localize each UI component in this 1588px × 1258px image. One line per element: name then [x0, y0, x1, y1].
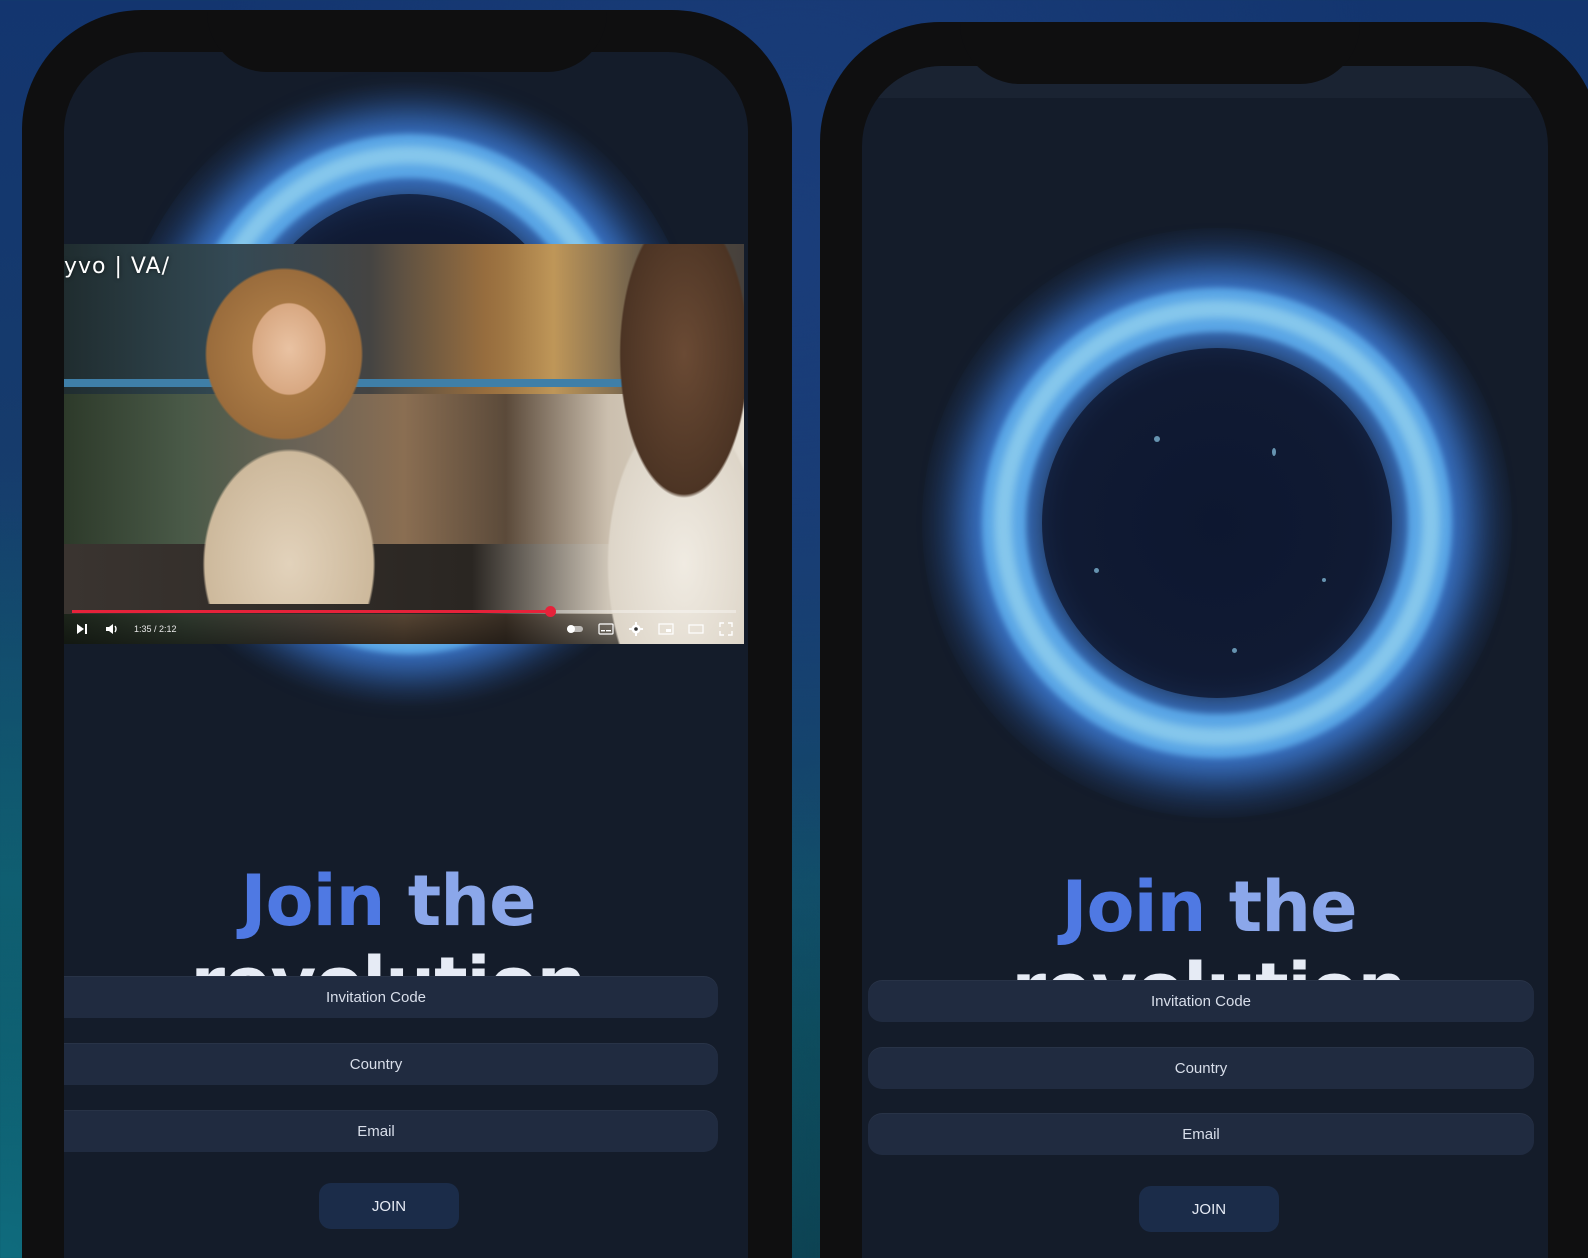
- video-frame-woman: [174, 264, 404, 604]
- invitation-code-input[interactable]: Invitation Code: [868, 980, 1534, 1022]
- email-field[interactable]: Email: [868, 1113, 1534, 1155]
- volume-icon[interactable]: [102, 619, 122, 639]
- join-button[interactable]: JOIN: [1139, 1186, 1279, 1232]
- play-icon[interactable]: [72, 619, 92, 639]
- autoplay-toggle-icon[interactable]: [566, 619, 586, 639]
- video-frame-woman-back: [564, 244, 744, 644]
- phone-right-screen: Join the revolution Invitation Code Coun…: [862, 66, 1548, 1258]
- subtitles-icon[interactable]: [596, 619, 616, 639]
- video-player[interactable]: yvo | VA/ 1:35 / 2:12: [64, 244, 744, 644]
- video-progress-bar[interactable]: [72, 606, 736, 617]
- fullscreen-icon[interactable]: [716, 619, 736, 639]
- join-button[interactable]: JOIN: [319, 1183, 459, 1229]
- invitation-code-input[interactable]: Invitation Code: [64, 976, 718, 1018]
- video-controls: 1:35 / 2:12: [64, 617, 744, 641]
- phone-left-screen: yvo | VA/ 1:35 / 2:12 Join the Invitatio…: [64, 52, 748, 1258]
- miniplayer-icon[interactable]: [656, 619, 676, 639]
- email-field[interactable]: Email: [64, 1110, 718, 1152]
- video-progress-fill: [72, 610, 551, 613]
- settings-icon[interactable]: [626, 619, 646, 639]
- phone-notch: [960, 22, 1360, 84]
- video-progress-handle[interactable]: [545, 606, 557, 617]
- phone-left: yvo | VA/ 1:35 / 2:12 Join the Invitatio…: [22, 10, 792, 1258]
- country-field[interactable]: Country: [868, 1047, 1534, 1089]
- country-field[interactable]: Country: [64, 1043, 718, 1085]
- theater-icon[interactable]: [686, 619, 706, 639]
- phone-notch: [207, 10, 607, 72]
- glowing-orb: [922, 228, 1512, 818]
- video-watermark-logo: yvo | VA/: [64, 254, 171, 279]
- phone-right: Join the revolution Invitation Code Coun…: [820, 22, 1588, 1258]
- video-time-label: 1:35 / 2:12: [134, 624, 177, 634]
